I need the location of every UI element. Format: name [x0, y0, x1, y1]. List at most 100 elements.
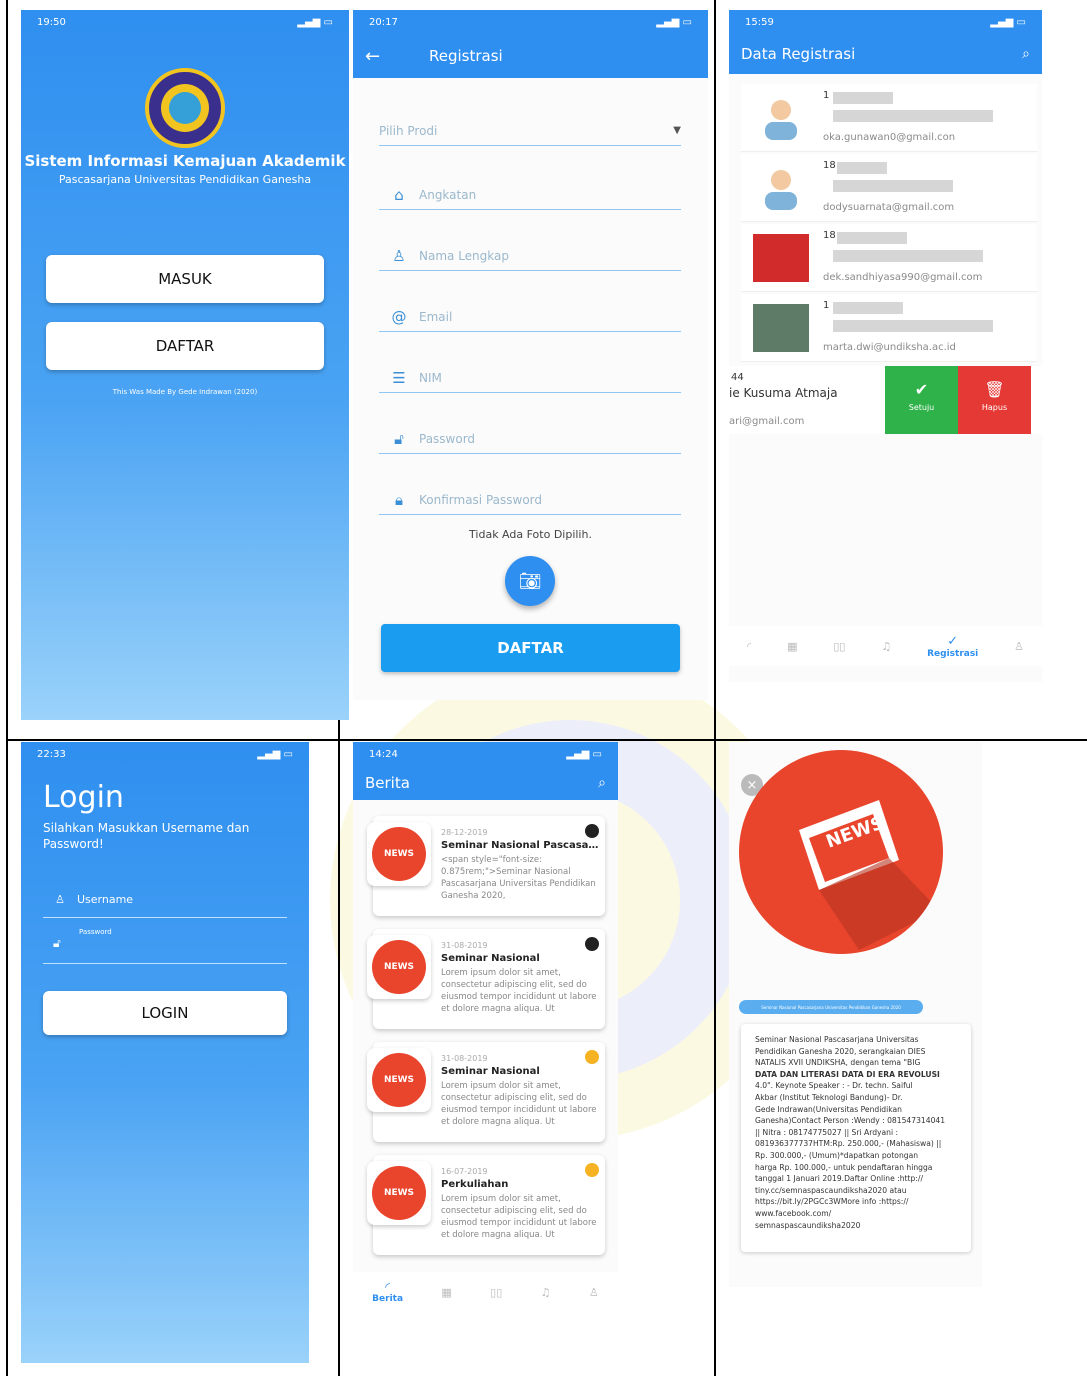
camera-button[interactable]: 📷︎ [505, 556, 555, 606]
university-logo-icon [145, 68, 225, 148]
news-card[interactable]: NEWS 16-07-2019 Perkuliahan Lorem ipsum … [367, 1155, 605, 1255]
grid-line-left [6, 0, 8, 1376]
redacted-info [833, 92, 893, 104]
rss-icon[interactable]: ◜ [747, 640, 751, 653]
setuju-button[interactable]: ✔ Setuju [885, 366, 958, 434]
news-thumbnail: NEWS [367, 935, 431, 999]
lock-open-icon: 🔓︎ [394, 429, 404, 448]
calendar-icon[interactable]: ▦ [787, 640, 797, 653]
home-screen: 19:50 ▂▄▆ ▭ Sistem Informasi Kemajuan Aka… [21, 10, 349, 720]
status-bar: 22:33 ▂▄▆ ▭ [37, 748, 293, 760]
app-bar: Data Registrasi ⌕ [729, 34, 1042, 74]
page-title: Registrasi [429, 47, 503, 65]
avatar [753, 234, 809, 282]
status-bar: 15:59 ▂▄▆ ▭ [729, 10, 1042, 34]
bottom-nav: ◜ Berita ▦ ▯▯ ♫ ♙ [353, 1272, 618, 1312]
status-bar: 14:24 ▂▄▆ ▭ [353, 742, 618, 766]
status-badge [585, 1163, 599, 1177]
news-icon: NEWS [372, 1166, 426, 1220]
app-bar: Berita ⌕ [353, 766, 618, 800]
news-icon: NEWS [372, 827, 426, 881]
nama-lengkap-field[interactable]: ♙ Nama Lengkap [379, 241, 681, 271]
search-icon[interactable]: ⌕ [1022, 46, 1030, 62]
profile-icon[interactable]: ♙ [1014, 640, 1024, 653]
prodi-select[interactable]: Pilih Prodi ▼ [379, 116, 681, 146]
status-badge [585, 1050, 599, 1064]
registrasi-screen: 20:17 ▂▄▆ ▭ ← Registrasi Pilih Prodi ▼ ⌂ A… [353, 10, 708, 700]
login-screen: 22:33 ▂▄▆ ▭ Login Silahkan Masukkan Usern… [21, 742, 309, 1363]
back-arrow-icon[interactable]: ← [365, 46, 405, 67]
grid-line-horizontal [6, 739, 1087, 741]
email-field[interactable]: @ Email [379, 302, 681, 332]
redacted-info [837, 232, 907, 244]
registration-row[interactable]: 18 dek.sandhiyasa990@gmail.com [741, 224, 1037, 292]
app-title: Sistem Informasi Kemajuan Akademik [24, 152, 346, 170]
newspaper-icon [799, 800, 939, 950]
news-card[interactable]: NEWS 28-12-2019 Seminar Nasional Pascasa… [367, 816, 605, 916]
registration-row[interactable]: 18 dodysuarnata@gmail.com [741, 154, 1037, 222]
registration-row[interactable]: 1 marta.dwi@undiksha.ac.id [741, 294, 1037, 362]
data-registrasi-screen: 15:59 ▂▄▆ ▭ Data Registrasi ⌕ 1 oka.gunaw… [729, 10, 1042, 682]
app-bar: ← Registrasi [353, 34, 708, 78]
news-card[interactable]: NEWS 31-08-2019 Seminar Nasional Lorem i… [367, 929, 605, 1029]
angkatan-field[interactable]: ⌂ Angkatan [379, 180, 681, 210]
password-field[interactable]: 🔓︎ Password [379, 424, 681, 454]
news-card[interactable]: NEWS 31-08-2019 Seminar Nasional Lorem i… [367, 1042, 605, 1142]
list-icon: ☰ [392, 368, 406, 387]
news-thumbnail: NEWS [367, 822, 431, 886]
daftar-button[interactable]: DAFTAR [46, 322, 324, 370]
status-bar: 20:17 ▂▄▆ ▭ [353, 10, 708, 34]
bell-icon[interactable]: ♫ [881, 640, 891, 653]
rss-icon: ◜ [385, 1280, 390, 1294]
at-icon: @ [391, 307, 407, 326]
swiped-registration-row[interactable]: 44 ie Kusuma Atmaja ari@gmail.com ✔ Setu… [729, 366, 1042, 434]
nav-registrasi[interactable]: ✓ Registrasi [927, 634, 978, 659]
status-bar: 19:50 ▂▄▆ ▭ [37, 16, 333, 28]
nim-field[interactable]: ☰ NIM [379, 363, 681, 393]
registration-row[interactable]: 1 oka.gunawan0@gmail.con [741, 84, 1037, 152]
grid-line-right [714, 0, 716, 1376]
dropdown-arrow-icon: ▼ [673, 125, 681, 136]
news-thumbnail: NEWS [367, 1048, 431, 1112]
login-title: Login [43, 780, 124, 815]
category-chip: Seminar Nasional Pascasarjana Universita… [739, 1000, 923, 1014]
news-icon: NEWS [372, 1053, 426, 1107]
nav-berita[interactable]: ◜ Berita [372, 1280, 403, 1304]
redacted-info [833, 302, 903, 314]
news-body-card: Seminar Nasional Pascasarjana Universita… [741, 1024, 971, 1252]
avatar [753, 304, 809, 352]
bottom-nav: ◜ ▦ ▯▯ ♫ ✓ Registrasi ♙ [729, 626, 1042, 666]
redacted-info [833, 320, 993, 332]
credit-text: This Was Made By Gede Indrawan (2020) [112, 388, 258, 396]
lock-icon: 🔓︎ [53, 936, 61, 950]
berita-screen: 14:24 ▂▄▆ ▭ Berita ⌕ NEWS 28-12-2019 Semi… [353, 742, 618, 1312]
check-icon: ✓ [947, 633, 959, 649]
redacted-info [833, 180, 953, 192]
camera-icon: 📷︎ [518, 570, 542, 592]
search-icon[interactable]: ⌕ [598, 775, 606, 791]
password-input[interactable]: 🔓︎ Password [43, 924, 287, 964]
hapus-button[interactable]: 🗑︎ Hapus [958, 366, 1031, 434]
redacted-info [833, 110, 993, 122]
profile-icon[interactable]: ♙ [589, 1286, 599, 1299]
lock-icon: 🔒︎ [395, 490, 403, 509]
calendar-icon[interactable]: ▦ [441, 1286, 451, 1299]
news-icon: NEWS [372, 940, 426, 994]
redacted-info [833, 250, 983, 262]
bell-icon[interactable]: ♫ [541, 1286, 551, 1299]
masuk-button[interactable]: MASUK [46, 255, 324, 303]
login-button[interactable]: LOGIN [43, 991, 287, 1035]
konfirmasi-password-field[interactable]: 🔒︎ Konfirmasi Password [379, 485, 681, 515]
book-icon[interactable]: ▯▯ [490, 1286, 502, 1299]
redacted-info [837, 162, 887, 174]
person-icon: ♙ [55, 893, 65, 906]
status-badge [585, 937, 599, 951]
username-input[interactable]: ♙ Username [43, 882, 287, 918]
book-icon[interactable]: ▯▯ [833, 640, 845, 653]
status-badge [585, 824, 599, 838]
page-title: Data Registrasi [741, 45, 856, 63]
daftar-submit-button[interactable]: DAFTAR [381, 624, 680, 672]
avatar [765, 100, 797, 140]
trash-icon: 🗑︎ [984, 380, 1005, 399]
news-detail-screen: × NEWS Seminar Nasional Pascasarjana Uni… [729, 742, 982, 1287]
